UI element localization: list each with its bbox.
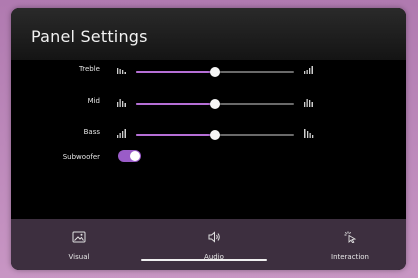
subwoofer-label: Subwoofer (62, 153, 100, 161)
speaker-icon (208, 231, 220, 243)
bass-slider-thumb[interactable] (210, 130, 220, 140)
nav-item-interaction[interactable]: Interaction (285, 219, 406, 270)
high-mid-icon (304, 99, 313, 107)
mid-slider-track[interactable] (136, 99, 294, 109)
panel-title: Panel Settings (31, 27, 148, 46)
bass-slider-track[interactable] (136, 130, 294, 140)
bass-slider-row: Bass (11, 127, 406, 143)
treble-slider-row: Treble (11, 64, 406, 80)
high-bass-icon (304, 129, 314, 138)
mid-slider-thumb[interactable] (210, 99, 220, 109)
mid-label: Mid (87, 97, 100, 105)
treble-slider-thumb[interactable] (210, 67, 220, 77)
nav-item-audio[interactable]: Audio (149, 219, 279, 270)
subwoofer-toggle-knob (130, 151, 140, 161)
low-bass-icon (117, 129, 126, 138)
mid-slider-row: Mid (11, 96, 406, 112)
bottom-nav: Visual Audio Interaction (11, 219, 406, 270)
screen-background: Panel Settings Treble Mid Bass Subwoofer… (0, 0, 418, 278)
home-indicator (141, 259, 267, 261)
settings-panel: Panel Settings Treble Mid Bass Subwoofer… (11, 8, 406, 270)
treble-slider-fill (136, 71, 215, 73)
low-treble-icon (117, 68, 126, 74)
subwoofer-toggle[interactable] (118, 150, 141, 162)
subwoofer-row: Subwoofer (11, 150, 406, 166)
nav-label-interaction: Interaction (331, 253, 369, 261)
high-treble-icon (304, 66, 313, 74)
bass-slider-fill (136, 134, 215, 136)
treble-slider-track[interactable] (136, 67, 294, 77)
mid-slider-fill (136, 103, 215, 105)
treble-label: Treble (79, 65, 100, 73)
nav-item-visual[interactable]: Visual (14, 219, 144, 270)
pointer-icon (344, 231, 357, 243)
low-mid-icon (117, 99, 126, 107)
nav-label-visual: Visual (68, 253, 90, 261)
image-icon (72, 231, 86, 243)
bass-label: Bass (83, 128, 100, 136)
panel-header: Panel Settings (11, 8, 406, 60)
